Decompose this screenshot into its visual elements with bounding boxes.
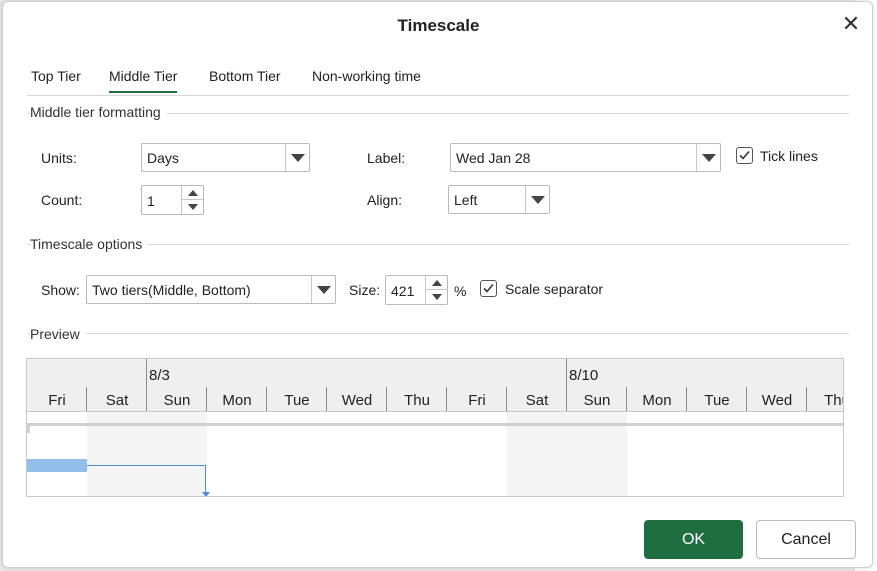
day-row: Fri Sat Sun Mon Tue Wed Thu Fri Sat Sun … (27, 387, 843, 411)
timescale-preview: 8/3 8/10 Fri Sat Sun Mon Tue Wed Thu Fri… (26, 358, 844, 497)
chevron-down-icon[interactable] (525, 186, 549, 213)
spin-up-icon[interactable] (182, 186, 203, 200)
align-label: Align: (367, 192, 403, 208)
align-value: Left (454, 192, 478, 208)
tab-non-working-time[interactable]: Non-working time (312, 68, 421, 84)
tab-middle-tier[interactable]: Middle Tier (109, 68, 178, 93)
show-value: Two tiers(Middle, Bottom) (92, 282, 251, 298)
day-label: Mon (642, 392, 672, 409)
close-icon[interactable]: ✕ (839, 12, 863, 36)
tick-lines-label: Tick lines (760, 148, 818, 164)
align-dropdown[interactable]: Left (448, 185, 550, 214)
label-value: Wed Jan 28 (456, 150, 531, 166)
day-label: Thu (824, 392, 843, 409)
checkmark-icon (483, 283, 494, 293)
day-tick (746, 387, 747, 411)
day-label: Tue (284, 392, 310, 409)
section-divider (27, 244, 849, 245)
spin-up-icon[interactable] (426, 276, 447, 290)
tab-bottom-tier[interactable]: Bottom Tier (209, 68, 281, 84)
size-stepper[interactable]: 421 (385, 275, 448, 305)
units-value: Days (147, 150, 179, 166)
scale-separator-label: Scale separator (505, 281, 604, 297)
day-tick (86, 387, 87, 411)
chevron-down-icon[interactable] (696, 144, 720, 171)
dialog-title: Timescale (397, 16, 480, 35)
units-dropdown[interactable]: Days (141, 143, 310, 172)
top-tier-label: 8/10 (569, 367, 599, 384)
day-tick (806, 387, 807, 411)
scale-separator-line (27, 411, 843, 412)
day-tick (386, 387, 387, 411)
day-label: Sun (583, 392, 611, 409)
summary-bar (27, 423, 843, 426)
chevron-down-icon[interactable] (285, 144, 309, 171)
section-title-preview: Preview (30, 326, 86, 342)
day-tick (326, 387, 327, 411)
section-divider (27, 333, 849, 334)
day-label: Thu (404, 392, 430, 409)
day-label: Mon (222, 392, 252, 409)
task-bar (27, 459, 87, 472)
day-tick (506, 387, 507, 411)
scale-separator-checkbox[interactable] (480, 280, 497, 297)
timescale-dialog: Timescale ✕ Top Tier Middle Tier Bottom … (2, 1, 873, 568)
label-label: Label: (367, 150, 406, 166)
day-tick (686, 387, 687, 411)
day-label: Tue (704, 392, 730, 409)
spin-down-icon[interactable] (182, 200, 203, 214)
arrow-down-icon (202, 492, 210, 496)
day-tick (446, 387, 447, 411)
tick-lines-checkbox[interactable] (736, 147, 753, 164)
show-label: Show: (41, 282, 80, 298)
day-label: Sat (105, 392, 129, 409)
tab-divider (27, 95, 849, 96)
task-link-line (205, 465, 206, 493)
day-label: Fri (468, 392, 486, 409)
units-label: Units: (41, 150, 77, 166)
day-label: Fri (48, 392, 66, 409)
size-label: Size: (349, 282, 381, 298)
spin-down-icon[interactable] (426, 290, 447, 304)
size-unit: % (454, 283, 467, 299)
day-label: Wed (761, 392, 793, 409)
chevron-down-icon[interactable] (311, 276, 335, 303)
day-label: Wed (341, 392, 373, 409)
count-label: Count: (41, 192, 83, 208)
top-tier-label: 8/3 (149, 367, 170, 384)
label-dropdown[interactable]: Wed Jan 28 (450, 143, 721, 172)
count-value: 1 (147, 193, 155, 209)
day-tick (206, 387, 207, 411)
ok-button[interactable]: OK (644, 520, 743, 559)
checkmark-icon (739, 150, 750, 160)
section-title-middle-tier: Middle tier formatting (30, 104, 167, 120)
section-title-timescale-options: Timescale options (30, 236, 149, 252)
day-label: Sat (525, 392, 549, 409)
summary-bar-end (27, 423, 30, 433)
task-link-line (87, 465, 206, 466)
show-dropdown[interactable]: Two tiers(Middle, Bottom) (86, 275, 336, 304)
day-label: Sun (163, 392, 191, 409)
day-tick (626, 387, 627, 411)
size-value: 421 (391, 283, 415, 299)
tab-top-tier[interactable]: Top Tier (31, 68, 81, 84)
day-tick (266, 387, 267, 411)
cancel-button[interactable]: Cancel (756, 520, 856, 559)
count-stepper[interactable]: 1 (141, 185, 204, 215)
